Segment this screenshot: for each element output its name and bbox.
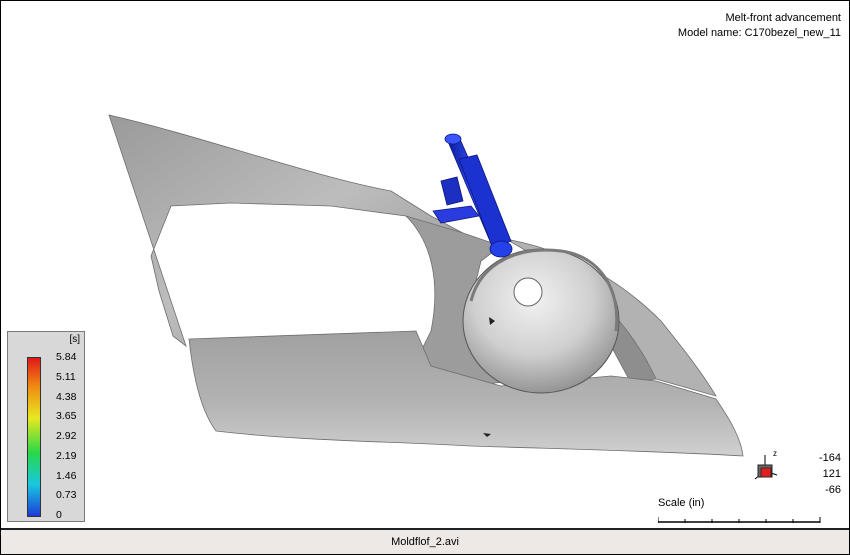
coordinate-readout: -164 121 -66 <box>819 450 841 498</box>
legend-tick: 4.38 <box>56 390 77 403</box>
title-block: Melt-front advancement Model name: C170b… <box>678 11 841 41</box>
legend-tick: 1.46 <box>56 469 77 482</box>
model-viewport[interactable]: Melt-front advancement Model name: C170b… <box>1 1 849 528</box>
scale-bar: Scale (in) <box>658 497 823 525</box>
axis-cube-icon: z <box>754 449 778 480</box>
legend-tick: 2.92 <box>56 430 77 442</box>
axis-z-label: z <box>773 449 777 458</box>
legend-tick: 5.84 <box>56 351 77 363</box>
result-name: Melt-front advancement <box>725 12 841 24</box>
legend-tick: 5.11 <box>56 370 76 383</box>
color-legend: [s] 5.84 5.11 4.38 3.65 2.92 2.19 1.46 0… <box>7 331 85 522</box>
coord-z: -66 <box>825 484 841 496</box>
coord-y: 121 <box>822 468 841 480</box>
dome-hole <box>513 277 543 307</box>
coord-x: -164 <box>818 452 841 464</box>
legend-unit: [s] <box>69 334 80 345</box>
app-window: Melt-front advancement Model name: C170b… <box>0 0 850 555</box>
scale-label: Scale (in) <box>658 497 705 509</box>
legend-tick: 0.73 <box>56 489 77 502</box>
scale-ruler <box>658 517 821 523</box>
axis-triad[interactable]: z <box>753 449 783 489</box>
model-name: Model name: C170bezel_new_11 <box>677 27 841 39</box>
bezel-top-surface <box>108 114 464 348</box>
legend-tick: 2.19 <box>56 449 77 462</box>
legend-ticks: 5.84 5.11 4.38 3.65 2.92 2.19 1.46 0.73 … <box>56 351 76 528</box>
bezel-model <box>108 114 744 457</box>
status-bar: Moldflof_2.avi <box>1 528 849 554</box>
legend-gradient-bar <box>27 357 41 517</box>
legend-tick: 3.65 <box>56 410 77 423</box>
status-filename: Moldflof_2.avi <box>391 536 459 548</box>
legend-tick: 0 <box>56 509 62 521</box>
